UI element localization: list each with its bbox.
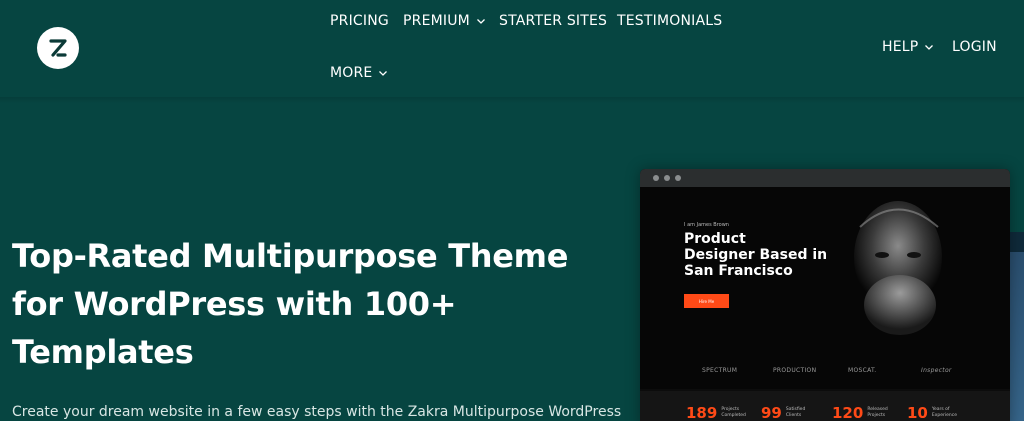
stat-label: Satisfied Clients: [785, 407, 806, 418]
preview-headline-line: San Francisco: [684, 263, 793, 279]
nav-testimonials[interactable]: TESTIMONIALS: [617, 13, 722, 29]
stat-number: 99: [761, 404, 782, 421]
zakra-logo-icon: [49, 39, 67, 57]
stat-item: 10 Years of Experience: [907, 405, 958, 421]
nav-help-label: HELP: [882, 39, 919, 55]
stat-number: 189: [686, 404, 718, 421]
secondary-preview-image: [1010, 252, 1024, 421]
client-logo: PRODUCTION: [773, 367, 817, 374]
preview-window-bar: [640, 169, 1010, 187]
chevron-down-icon: [476, 19, 485, 24]
nav-more-label: MORE: [330, 65, 373, 81]
secondary-preview-edge: [1010, 232, 1024, 421]
stat-item: 99 Satisfied Clients: [761, 405, 812, 421]
stat-number: 10: [907, 404, 928, 421]
nav-login[interactable]: LOGIN: [952, 39, 997, 55]
client-logo: SPECTRUM: [702, 367, 738, 374]
template-preview: I am James Brown Product Designer Based …: [640, 169, 1010, 421]
stat-item: 120 Released Projects: [832, 405, 893, 421]
window-dot-icon: [653, 175, 659, 181]
stat-label: Released Projects: [867, 407, 888, 418]
nav-pricing-label: PRICING: [330, 13, 389, 29]
nav-help[interactable]: HELP: [882, 39, 934, 55]
hero-title: Top-Rated Multipurpose Theme for WordPre…: [12, 232, 602, 376]
preview-hire-button: Hire Me: [684, 294, 729, 308]
preview-logo-row: SPECTRUM PRODUCTION MOSCAT. Inspector: [640, 359, 1010, 383]
zakra-logo[interactable]: [37, 27, 79, 69]
stat-label: Years of Experience: [931, 407, 957, 418]
stat-number: 120: [832, 404, 864, 421]
stat-item: 189 Projects Completed: [686, 405, 747, 421]
nav-starter-sites[interactable]: STARTER SITES: [499, 13, 607, 29]
preview-small-name: I am James Brown: [684, 222, 729, 228]
preview-hero: I am James Brown Product Designer Based …: [640, 187, 1010, 389]
window-dot-icon: [664, 175, 670, 181]
window-dot-icon: [675, 175, 681, 181]
hero-title-line: for WordPress with 100+: [12, 285, 457, 323]
preview-headline: Product Designer Based in San Francisco: [684, 231, 844, 279]
portrait-image: [820, 187, 1010, 387]
hero-subtitle: Create your dream website in a few easy …: [12, 404, 622, 420]
preview-headline-line: Product: [684, 231, 746, 247]
stat-label: Projects Completed: [721, 407, 746, 418]
nav-premium-label: PREMIUM: [403, 13, 470, 29]
preview-headline-line: Designer Based in: [684, 247, 828, 263]
nav-pricing[interactable]: PRICING: [330, 13, 389, 29]
nav-premium[interactable]: PREMIUM: [403, 13, 486, 29]
client-logo: MOSCAT.: [848, 367, 877, 374]
hero-title-line: Templates: [12, 333, 194, 371]
header-divider: [0, 97, 1024, 103]
nav-more[interactable]: MORE: [330, 65, 388, 81]
page: PRICING PREMIUM STARTER SITES TESTIMONIA…: [0, 0, 1024, 421]
client-logo: Inspector: [921, 367, 952, 374]
nav-login-label: LOGIN: [952, 39, 997, 55]
preview-stats: 189 Projects Completed 99 Satisfied Clie…: [640, 391, 1010, 421]
nav-starter-sites-label: STARTER SITES: [499, 13, 608, 29]
chevron-down-icon: [379, 71, 388, 76]
nav-testimonials-label: TESTIMONIALS: [617, 13, 723, 29]
hero-title-line: Top-Rated Multipurpose Theme: [12, 237, 569, 275]
chevron-down-icon: [925, 45, 934, 50]
